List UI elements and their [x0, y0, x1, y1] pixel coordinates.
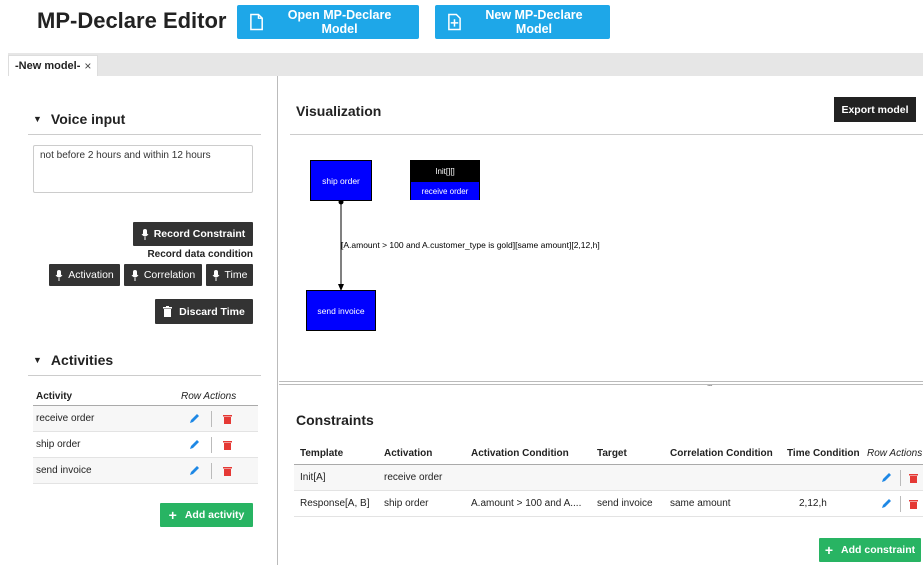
trash-icon[interactable] [909, 473, 918, 483]
trash-icon [163, 306, 173, 317]
table-header: Activity Row Actions [33, 388, 258, 406]
trash-icon[interactable] [223, 414, 232, 424]
graph-node-send-invoice[interactable]: send invoice [306, 290, 376, 331]
microphone-icon [141, 228, 149, 240]
correlation-label: Correlation [143, 269, 196, 281]
time-record-button[interactable]: Time [206, 264, 253, 286]
node-label: receive order [411, 182, 479, 200]
activation-record-button[interactable]: Activation [49, 264, 120, 286]
record-constraint-button[interactable]: Record Constraint [133, 222, 253, 246]
collapse-triangle-icon[interactable]: ▼ [33, 355, 42, 365]
plus-icon: + [168, 507, 177, 523]
divider [28, 134, 261, 135]
cell-template: Init[A] [300, 472, 326, 483]
voice-input-header[interactable]: ▼ Voice input [33, 111, 125, 127]
add-activity-label: Add activity [184, 509, 245, 521]
table-row: Response[A, B] ship order A.amount > 100… [294, 491, 923, 517]
graph-node-ship-order[interactable]: ship order [310, 160, 372, 201]
new-model-label: New MP-Declare Model [485, 8, 583, 36]
file-icon [250, 13, 263, 31]
activity-name: receive order [36, 413, 95, 424]
column-template: Template [300, 448, 344, 459]
column-time-condition: Time Condition [787, 448, 860, 459]
divider [28, 375, 261, 376]
discard-time-label: Discard Time [179, 305, 245, 318]
splitter-grip-icon[interactable]: ..... [707, 381, 713, 388]
record-data-condition-label: Record data condition [147, 249, 253, 260]
visualization-title: Visualization [296, 103, 382, 119]
graph-node-receive-order[interactable]: Init[][] receive order [410, 160, 480, 200]
time-label: Time [224, 269, 248, 281]
init-label: Init[][] [411, 161, 479, 182]
plus-icon: + [824, 542, 834, 558]
export-model-button[interactable]: Export model [834, 97, 916, 122]
pencil-icon[interactable] [881, 498, 892, 509]
pencil-icon[interactable] [189, 439, 200, 450]
panel-splitter[interactable] [279, 381, 923, 385]
pencil-icon[interactable] [881, 472, 892, 483]
pencil-icon[interactable] [189, 413, 200, 424]
microphone-icon [55, 269, 63, 281]
open-model-label: Open MP-Declare Model [287, 8, 392, 36]
column-activation-condition: Activation Condition [471, 448, 569, 459]
table-row: send invoice [33, 458, 258, 484]
close-icon[interactable]: × [84, 59, 91, 73]
cell-activation: ship order [384, 498, 429, 509]
column-correlation-condition: Correlation Condition [670, 448, 773, 459]
new-model-button[interactable]: New MP-Declare Model [435, 5, 610, 39]
activities-table: Activity Row Actions receive order ship … [33, 388, 258, 484]
divider [290, 134, 923, 135]
cell-activation-condition: A.amount > 100 and A.... [471, 498, 582, 509]
add-activity-button[interactable]: + Add activity [160, 503, 253, 527]
table-row: receive order [33, 406, 258, 432]
table-header: Template Activation Activation Condition… [294, 443, 923, 465]
activities-rows: receive order ship order send invoice [33, 406, 258, 484]
column-activity: Activity [36, 391, 73, 402]
panel-divider[interactable] [277, 76, 278, 565]
record-constraint-label: Record Constraint [153, 228, 246, 240]
column-row-actions: Row Actions [867, 448, 923, 459]
open-model-button[interactable]: Open MP-Declare Model [237, 5, 419, 39]
add-constraint-button[interactable]: + Add constraint [819, 538, 921, 562]
discard-time-button[interactable]: Discard Time [155, 299, 253, 324]
app-header: MP-Declare Editor Open MP-Declare Model … [0, 0, 923, 50]
cell-template: Response[A, B] [300, 498, 370, 509]
column-target: Target [597, 448, 627, 459]
trash-icon[interactable] [909, 499, 918, 509]
activities-title: Activities [50, 352, 114, 368]
microphone-icon [131, 269, 139, 281]
activation-label: Activation [68, 269, 114, 281]
tab-new-model[interactable]: -New model- × [8, 55, 99, 76]
cell-target: send invoice [597, 498, 653, 509]
table-row: Init[A] receive order [294, 465, 923, 491]
activity-name: send invoice [36, 465, 92, 476]
trash-icon[interactable] [223, 440, 232, 450]
trash-icon[interactable] [223, 466, 232, 476]
correlation-record-button[interactable]: Correlation [124, 264, 202, 286]
voice-text-area[interactable]: not before 2 hours and within 12 hours [33, 145, 253, 193]
app-title: MP-Declare Editor [37, 8, 227, 33]
edge-label: [A.amount > 100 and A.customer_type is g… [341, 240, 600, 250]
tab-bar: -New model- × [8, 53, 923, 76]
column-activation: Activation [384, 448, 433, 459]
column-row-actions: Row Actions [181, 391, 237, 402]
cell-activation: receive order [384, 472, 443, 483]
tab-label: -New model- [15, 60, 81, 72]
add-constraint-label: Add constraint [841, 544, 916, 556]
pencil-icon[interactable] [189, 465, 200, 476]
voice-input-title: Voice input [50, 111, 126, 127]
activity-name: ship order [36, 439, 81, 450]
constraints-title: Constraints [296, 412, 374, 428]
microphone-icon [212, 269, 219, 281]
cell-time-condition: 2,12,h [799, 498, 827, 509]
collapse-triangle-icon[interactable]: ▼ [33, 114, 42, 124]
activities-header[interactable]: ▼ Activities [33, 352, 113, 368]
constraints-table: Template Activation Activation Condition… [294, 443, 923, 517]
file-plus-icon [448, 13, 461, 31]
cell-correlation-condition: same amount [670, 498, 731, 509]
table-row: ship order [33, 432, 258, 458]
